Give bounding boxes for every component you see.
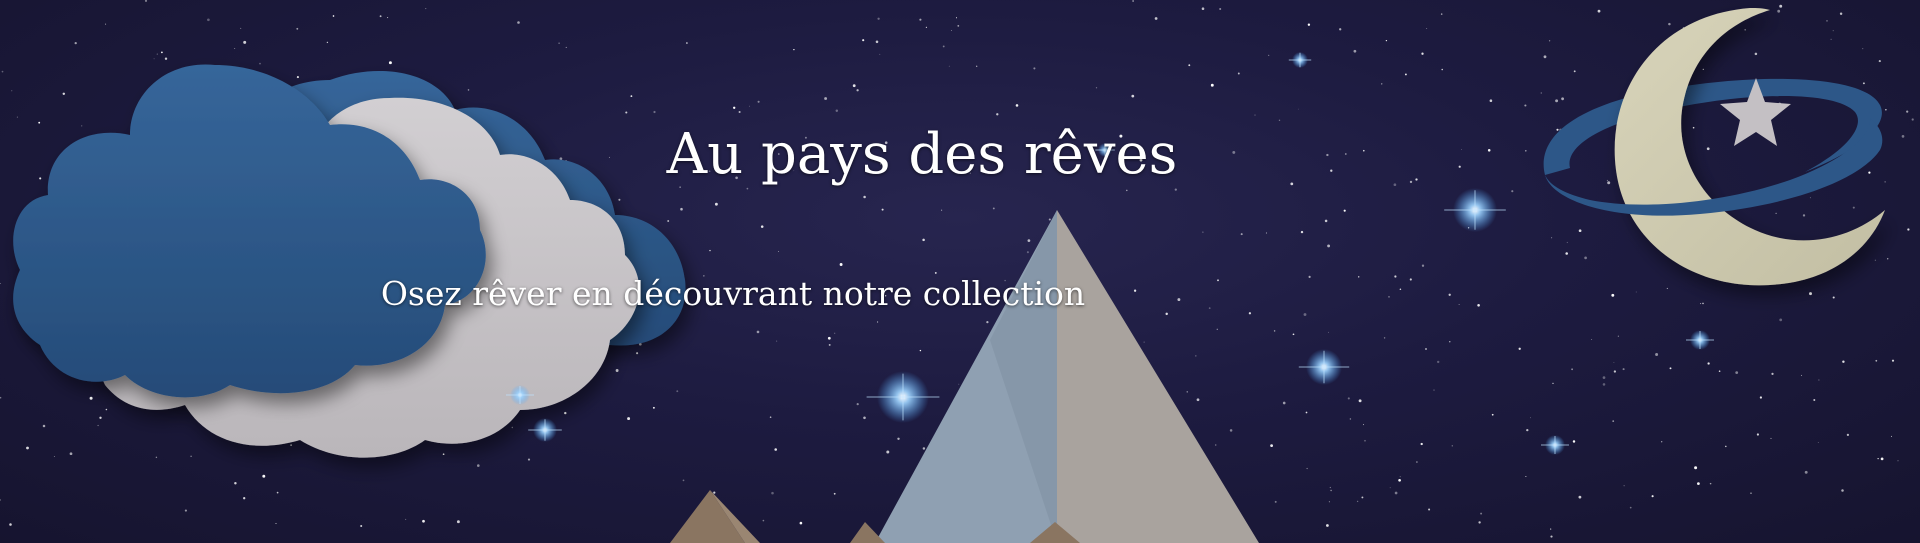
mountains-icon [670,210,1259,543]
illustration [13,8,1885,543]
page-subtitle: Osez rêver en découvrant notre collectio… [380,274,1086,313]
page-title: Au pays des rêves [666,122,1178,187]
hero-banner: Au pays des rêves Osez rêver en découvra… [0,0,1920,543]
